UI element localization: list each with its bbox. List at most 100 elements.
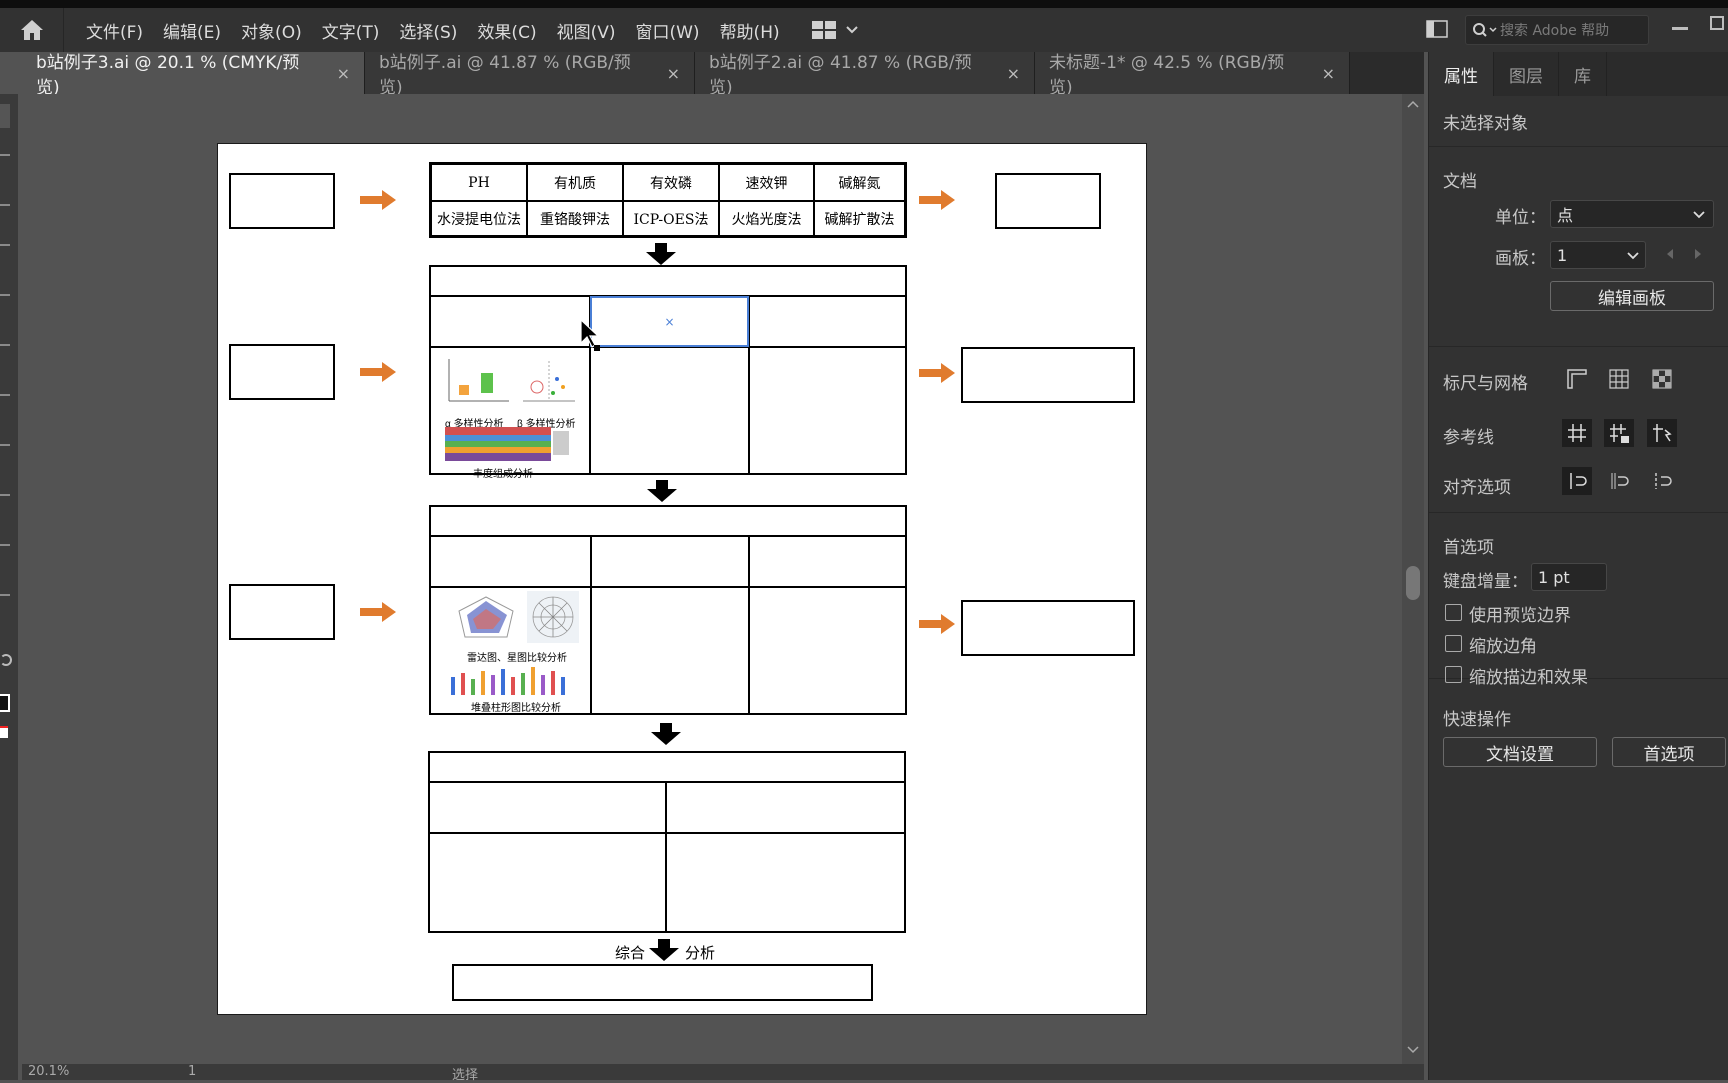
tab-libraries[interactable]: 库: [1559, 52, 1607, 96]
menu-effect[interactable]: 效果(C): [477, 18, 536, 43]
menu-select[interactable]: 选择(S): [399, 18, 457, 43]
tool-slot[interactable]: [0, 154, 10, 156]
tool-slot[interactable]: [0, 544, 10, 546]
vertical-scrollbar[interactable]: [1402, 94, 1424, 1068]
final-label-left: 综合: [615, 945, 646, 962]
home-button[interactable]: [0, 8, 64, 52]
final-result-box[interactable]: [452, 964, 873, 1001]
document-title: 文档: [1443, 172, 1477, 192]
menu-edit[interactable]: 编辑(E): [163, 18, 221, 43]
fill-swatch-icon[interactable]: [0, 694, 10, 712]
prev-artboard-icon[interactable]: [1665, 248, 1675, 260]
close-icon[interactable]: ×: [1007, 64, 1020, 83]
output-box-3[interactable]: [961, 600, 1135, 656]
table-cell: 重铬酸钾法: [527, 201, 623, 236]
selected-cell[interactable]: ×: [590, 296, 749, 347]
document-section: 文档 单位： 点 画板： 1 编辑画板: [1429, 147, 1728, 347]
alpha-diversity-chart: [448, 359, 509, 402]
selection-section: 未选择对象: [1429, 96, 1728, 147]
menu-window[interactable]: 窗口(W): [635, 18, 699, 43]
grid-icon[interactable]: [1604, 365, 1634, 393]
close-icon[interactable]: ×: [667, 64, 680, 83]
tool-slot[interactable]: [0, 494, 10, 496]
undo-icon[interactable]: [0, 654, 12, 666]
cursor-arrow-icon: [580, 319, 600, 351]
home-icon: [20, 20, 43, 40]
snap-to-pixel-icon[interactable]: [1562, 467, 1592, 495]
soil-method-table[interactable]: PH 有机质 有效磷 速效钾 碱解氮 水浸提电位法 重铬酸钾法 ICP-OES法…: [429, 162, 907, 238]
artboard[interactable]: PH 有机质 有效磷 速效钾 碱解氮 水浸提电位法 重铬酸钾法 ICP-OES法…: [217, 143, 1147, 1015]
close-icon[interactable]: ×: [1322, 64, 1335, 83]
show-guides-icon[interactable]: [1562, 419, 1592, 447]
tool-slot[interactable]: [0, 344, 10, 346]
unit-dropdown[interactable]: 点: [1550, 200, 1714, 228]
preferences-title: 首选项: [1443, 538, 1494, 558]
lock-guides-icon[interactable]: [1604, 419, 1634, 447]
input-box-3[interactable]: [229, 584, 335, 640]
tool-slot[interactable]: [0, 594, 10, 596]
keyboard-increment-field[interactable]: 1 pt: [1531, 563, 1607, 591]
scale-corners-label: 缩放边角: [1469, 637, 1537, 657]
table-cell: 水浸提电位法: [431, 201, 527, 236]
abundance-stacked-chart: [445, 427, 569, 461]
panel-toggle-icon[interactable]: [1426, 20, 1448, 38]
output-box-2[interactable]: [961, 347, 1135, 403]
tools-panel: [0, 94, 18, 1080]
scale-corners-checkbox[interactable]: [1445, 635, 1462, 652]
menu-type[interactable]: 文字(T): [322, 18, 380, 43]
tab-doc-4[interactable]: 未标题-1* @ 42.5 % (RGB/预览) ×: [1035, 52, 1350, 98]
chevron-down-icon: [1693, 211, 1705, 219]
zoom-level[interactable]: 20.1%: [28, 1064, 69, 1079]
artboard-select[interactable]: 1: [1550, 241, 1646, 269]
chevron-up-icon[interactable]: [1407, 100, 1419, 108]
workspace-switcher[interactable]: [811, 21, 858, 39]
tab-doc-3[interactable]: b站例子2.ai @ 41.87 % (RGB/预览) ×: [695, 52, 1035, 98]
minimize-icon[interactable]: [1672, 27, 1688, 30]
search-icon: [1473, 23, 1497, 37]
tool-slot[interactable]: [0, 294, 10, 296]
tool-slot[interactable]: [0, 244, 10, 246]
ruler-icon[interactable]: [1562, 365, 1592, 393]
tab-properties[interactable]: 属性: [1429, 52, 1494, 96]
page-number[interactable]: 1: [188, 1064, 196, 1079]
tool-slot[interactable]: [0, 104, 10, 128]
help-search-input[interactable]: 搜索 Adobe 帮助: [1465, 15, 1649, 45]
input-box-2[interactable]: [229, 344, 335, 400]
tool-slot[interactable]: [0, 204, 10, 206]
menu-object[interactable]: 对象(O): [241, 18, 302, 43]
align-options-label: 对齐选项: [1443, 478, 1511, 498]
preview-bounds-checkbox[interactable]: [1445, 604, 1462, 621]
beta-diversity-chart: [523, 361, 575, 402]
transparency-grid-icon[interactable]: [1647, 365, 1677, 393]
restore-icon[interactable]: [1710, 16, 1724, 30]
menu-help[interactable]: 帮助(H): [720, 18, 780, 43]
scroll-thumb[interactable]: [1406, 566, 1420, 600]
tool-slot[interactable]: [0, 444, 10, 446]
preferences-button[interactable]: 首选项: [1612, 737, 1726, 767]
document-setup-button[interactable]: 文档设置: [1443, 737, 1597, 767]
menu-file[interactable]: 文件(F): [86, 18, 143, 43]
menu-bar: 文件(F) 编辑(E) 对象(O) 文字(T) 选择(S) 效果(C) 视图(V…: [0, 8, 1728, 52]
output-box-1[interactable]: [995, 173, 1101, 229]
title-strip: [0, 0, 1728, 8]
analysis-grid-3[interactable]: [428, 751, 906, 933]
stroke-none-icon[interactable]: [0, 726, 8, 738]
tab-doc-1[interactable]: b站例子3.ai @ 20.1 % (CMYK/预览) ×: [22, 52, 365, 98]
table-cell: ICP-OES法: [623, 201, 719, 236]
tool-slot[interactable]: [0, 394, 10, 396]
analysis-grid-1[interactable]: × α 多样性分析 β 多样性分析 丰度组成分析: [429, 265, 907, 480]
unit-label: 单位：: [1495, 208, 1546, 228]
snap-to-point-icon[interactable]: [1647, 467, 1677, 495]
next-artboard-icon[interactable]: [1693, 248, 1703, 260]
menu-view[interactable]: 视图(V): [557, 18, 616, 43]
smart-guides-icon[interactable]: [1647, 419, 1677, 447]
input-box-1[interactable]: [229, 173, 335, 229]
tab-layers[interactable]: 图层: [1494, 52, 1559, 96]
analysis-grid-2[interactable]: 雷达图、星图比较分析 堆叠柱形图比较分析: [429, 505, 907, 715]
chevron-down-icon[interactable]: [1407, 1046, 1419, 1054]
snap-to-grid-icon[interactable]: [1604, 467, 1634, 495]
tab-doc-2[interactable]: b站例子.ai @ 41.87 % (RGB/预览) ×: [365, 52, 695, 98]
close-icon[interactable]: ×: [337, 64, 350, 83]
edit-artboard-button[interactable]: 编辑画板: [1550, 281, 1714, 311]
radar-caption: 雷达图、星图比较分析: [467, 653, 567, 664]
